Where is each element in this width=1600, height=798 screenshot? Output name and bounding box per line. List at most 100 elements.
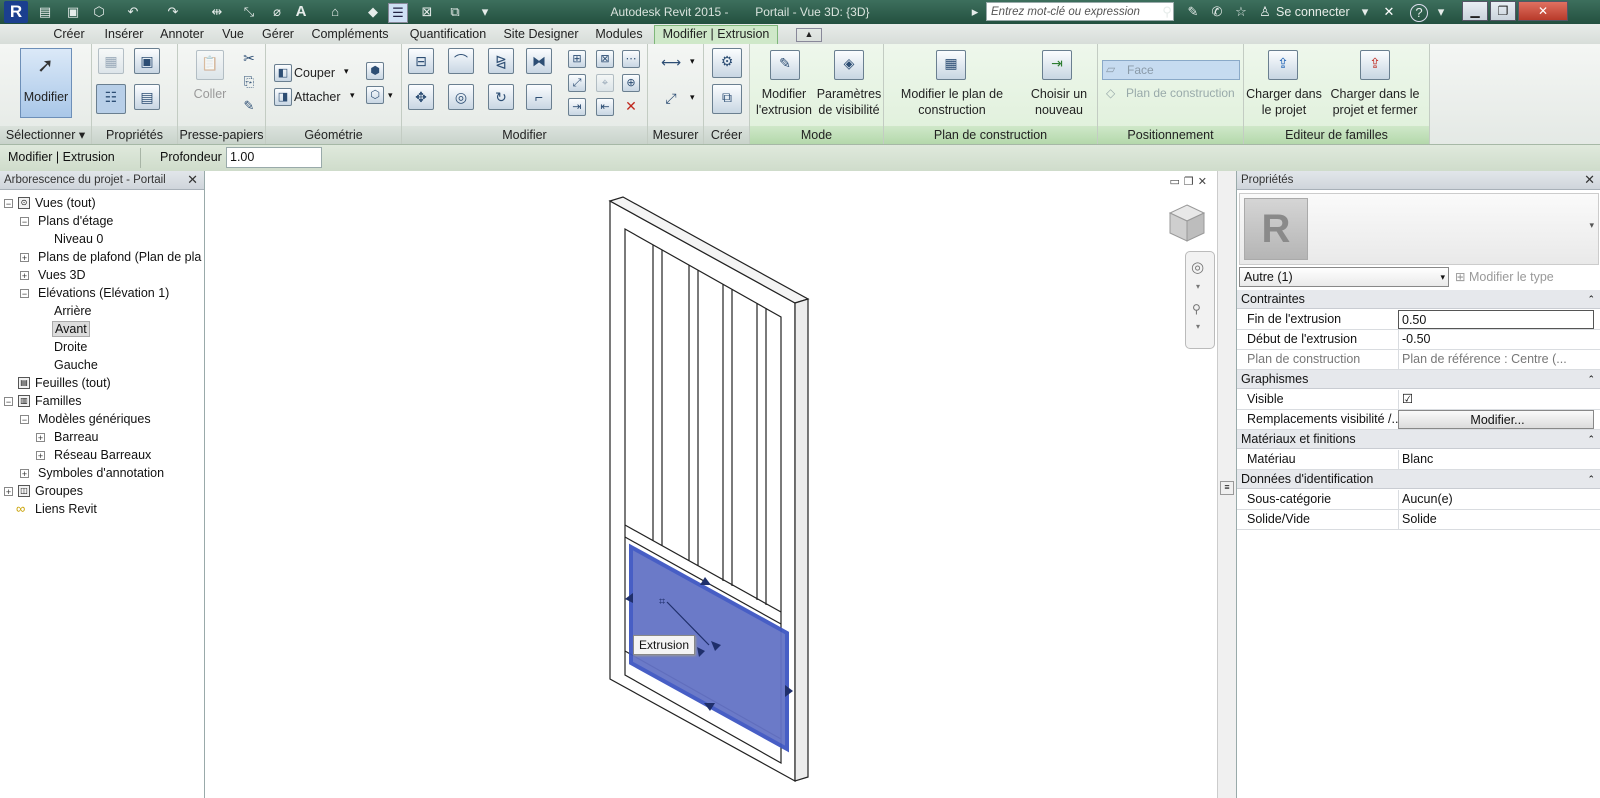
splitter-grip-icon[interactable]: ≡ — [1220, 481, 1234, 495]
void-form-icon[interactable]: ⬢ — [366, 62, 384, 80]
type-properties-icon[interactable]: ▤ — [134, 84, 160, 110]
split-element-icon[interactable]: ⊞ — [568, 50, 586, 68]
group-identity[interactable]: Données d'identification ⌃ — [1237, 470, 1600, 489]
join-geometry-icon[interactable]: ◨ — [274, 88, 292, 106]
revit-logo-icon[interactable]: R — [4, 1, 28, 23]
group-graphics[interactable]: Graphismes ⌃ — [1237, 370, 1600, 389]
redo-icon[interactable]: ↷ — [164, 3, 182, 21]
properties-icon[interactable]: ☷ — [96, 84, 126, 114]
help-dropdown-icon[interactable]: ▾ — [1432, 3, 1450, 21]
tag-icon[interactable]: ⌀ — [268, 3, 286, 21]
modify-button[interactable]: ➚ Modifier — [20, 48, 72, 118]
depth-input[interactable]: 1.00 — [226, 147, 322, 168]
close-properties-icon[interactable]: ✕ — [1584, 171, 1595, 189]
close-browser-icon[interactable]: ✕ — [187, 171, 198, 189]
search-input[interactable]: Entrez mot-clé ou expression — [986, 2, 1174, 21]
visibility-settings-button[interactable]: ◈ Paramètres de visibilité — [816, 44, 882, 124]
restore-button[interactable]: ❐ — [1490, 1, 1516, 21]
trim-extend-corner-icon[interactable]: ⌐ — [526, 84, 552, 110]
collapse-toggle-icon[interactable]: − — [20, 289, 29, 299]
measure-icon[interactable]: ⇹ — [208, 3, 226, 21]
expand-toggle-icon[interactable]: + — [20, 253, 29, 263]
cut-geometry-label[interactable]: Couper — [294, 65, 335, 81]
expand-toggle-icon[interactable]: + — [36, 451, 45, 461]
tree-node-avant[interactable]: Avant — [52, 320, 90, 338]
measure-dropdown-icon[interactable]: ▾ — [690, 56, 695, 67]
section-icon[interactable]: ◆ — [364, 3, 382, 21]
group-constraints[interactable]: Contraintes ⌃ — [1237, 290, 1600, 309]
3d-view-icon[interactable]: ⌂ — [326, 3, 344, 21]
trim-multiple-icon[interactable]: ⇤ — [596, 98, 614, 116]
unpin-icon[interactable]: ⊕ — [622, 74, 640, 92]
workplane-option[interactable]: Plan de construction — [1102, 84, 1240, 104]
cut-dropdown-icon[interactable]: ▾ — [344, 66, 349, 77]
expand-toggle-icon[interactable]: + — [4, 487, 13, 497]
extrusion-end-input[interactable]: 0.50 — [1398, 310, 1594, 329]
tree-node-arriere[interactable]: Arrière — [54, 302, 92, 320]
thin-lines-icon[interactable]: ☰ — [388, 3, 408, 23]
face-option[interactable]: Face — [1102, 60, 1240, 80]
exchange-apps-icon[interactable]: ✕ — [1380, 3, 1398, 21]
tab-gerer[interactable]: Gérer — [256, 26, 300, 43]
save-icon[interactable]: ▣ — [64, 3, 82, 21]
collapse-group-icon[interactable]: ⌃ — [1587, 430, 1595, 449]
binoculars-icon[interactable]: ⚲ — [1158, 3, 1176, 21]
solid-void-value[interactable]: Solide — [1398, 510, 1594, 529]
delete-icon[interactable]: ✕ — [622, 98, 640, 116]
customize-qat-icon[interactable]: ▾ — [476, 3, 494, 21]
tree-node-droite[interactable]: Droite — [54, 338, 87, 356]
open-icon[interactable]: ▤ — [36, 3, 54, 21]
join-geometry-label[interactable]: Attacher — [294, 89, 341, 105]
signin-dropdown-icon[interactable]: ▾ — [1356, 3, 1374, 21]
extrusion-start-input[interactable]: -0.50 — [1398, 330, 1594, 349]
paste-icon[interactable]: 📋 — [196, 50, 224, 80]
tab-site-designer[interactable]: Site Designer — [500, 26, 582, 43]
tab-modifier-extrusion[interactable]: Modifier | Extrusion — [654, 25, 778, 45]
sync-icon[interactable]: ⬡ — [90, 3, 108, 21]
trim-single-icon[interactable]: ⇥ — [568, 98, 586, 116]
type-preview-dropdown-icon[interactable]: ▾ — [1589, 220, 1594, 231]
family-types-icon[interactable]: ▦ — [98, 48, 124, 74]
sign-in-link[interactable]: Se connecter — [1276, 5, 1350, 19]
mirror-draw-axis-icon[interactable]: ⧓ — [526, 48, 552, 74]
panel-title-select[interactable]: Sélectionner ▾ — [0, 126, 91, 144]
cut-scissors-icon[interactable]: ✂ — [240, 50, 258, 68]
tab-quantification[interactable]: Quantification — [400, 26, 496, 43]
collapse-group-icon[interactable]: ⌃ — [1587, 370, 1595, 389]
visible-checkbox[interactable]: ☑ — [1398, 390, 1594, 409]
tab-creer[interactable]: Créer — [44, 26, 94, 43]
copy-element-icon[interactable]: ◎ — [448, 84, 474, 110]
pick-new-button[interactable]: ⇥ Choisir un nouveau — [1024, 44, 1094, 124]
text-icon[interactable]: A — [292, 3, 310, 21]
subscription-icon[interactable]: ✎ — [1184, 3, 1202, 21]
rotate-icon[interactable]: ↻ — [488, 84, 514, 110]
gate-model-drawing[interactable]: ⌗ — [205, 171, 1217, 798]
switch-windows-icon[interactable]: ⧉ — [446, 3, 464, 21]
panel-splitter[interactable]: ≡ — [1217, 171, 1236, 798]
tab-complements[interactable]: Compléments — [306, 26, 394, 43]
geometry-more-dropdown-icon[interactable]: ▾ — [388, 90, 393, 101]
communication-icon[interactable]: ✆ — [1208, 3, 1226, 21]
edit-extrusion-button[interactable]: ✎ Modifier l'extrusion — [752, 44, 816, 124]
collapse-group-icon[interactable]: ⌃ — [1587, 290, 1595, 309]
tree-node-level-0[interactable]: Niveau 0 — [54, 230, 103, 248]
tab-annoter[interactable]: Annoter — [154, 26, 210, 43]
measure-distance-icon[interactable]: ⟷ — [654, 50, 688, 76]
copy-icon[interactable]: ⎘ — [240, 74, 258, 92]
create-group-icon[interactable]: ⧉ — [712, 84, 742, 114]
load-into-project-button[interactable]: ⇪ Charger dans le projet — [1246, 44, 1322, 124]
move-icon[interactable]: ✥ — [408, 84, 434, 110]
collapse-group-icon[interactable]: ⌃ — [1587, 470, 1595, 489]
collapse-toggle-icon[interactable]: − — [20, 415, 29, 425]
undo-icon[interactable]: ↶ — [124, 3, 142, 21]
favorites-star-icon[interactable]: ☆ — [1232, 3, 1250, 21]
group-materials[interactable]: Matériaux et finitions ⌃ — [1237, 430, 1600, 449]
minimize-button[interactable]: ▁ — [1462, 1, 1488, 21]
expand-toggle-icon[interactable]: + — [20, 271, 29, 281]
minimize-ribbon-icon[interactable]: ▲ — [796, 28, 822, 42]
expand-search-icon[interactable]: ▸ — [966, 3, 984, 21]
pin-icon[interactable]: ⌖ — [596, 74, 614, 92]
edit-workplane-button[interactable]: ▦ Modifier le plan de construction — [886, 44, 1018, 124]
join-dropdown-icon[interactable]: ▾ — [350, 90, 355, 101]
dimension-aligned-icon[interactable]: ⤢ — [654, 86, 688, 112]
